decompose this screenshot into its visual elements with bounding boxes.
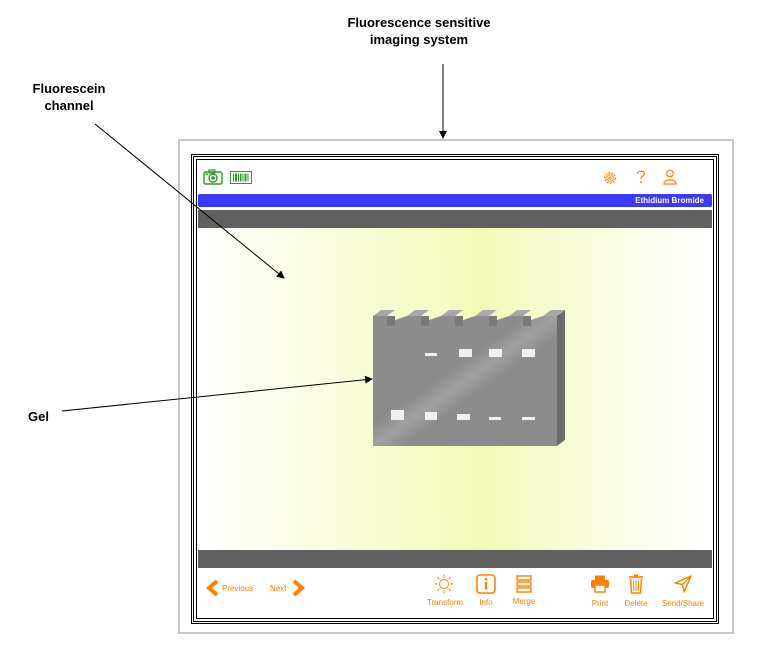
info-button[interactable]: Info: [473, 574, 499, 608]
help-icon[interactable]: [635, 169, 647, 185]
gear-icon[interactable]: [603, 171, 617, 185]
imaging-system-callout-line1: Fluorescence sensitive: [347, 15, 491, 30]
barcode-icon[interactable]: [230, 171, 252, 184]
previous-button[interactable]: Previous: [205, 578, 265, 598]
info-icon: [476, 574, 496, 594]
gel-band: [425, 412, 437, 420]
user-icon[interactable]: [663, 169, 677, 185]
sun-icon: [434, 574, 454, 594]
printer-icon: [591, 575, 609, 593]
gel-callout: Gel: [28, 409, 49, 424]
image-viewer[interactable]: [198, 228, 712, 550]
merge-label: Merge: [512, 597, 536, 606]
next-label: Next: [270, 584, 287, 593]
trash-icon: [629, 574, 643, 594]
gel-side-face: [557, 310, 565, 446]
gel-band: [489, 417, 501, 420]
channel-bar: Ethidium Bromide: [198, 194, 712, 207]
merge-button[interactable]: Merge: [507, 574, 541, 608]
gel-graphic: [373, 310, 565, 446]
delete-button[interactable]: Delete: [621, 574, 651, 608]
fluorescein-channel-callout-line1: Fluorescein: [32, 81, 106, 96]
print-button[interactable]: Print: [587, 574, 613, 608]
camera-icon[interactable]: [203, 169, 223, 185]
viewer-top-bar: [198, 210, 712, 228]
previous-label: Previous: [222, 584, 254, 593]
gel-band: [522, 417, 535, 420]
transform-button[interactable]: Transform: [425, 574, 465, 608]
viewer-bottom-bar: [198, 550, 712, 568]
imaging-system-callout: Fluorescence sensitive imaging system: [344, 14, 494, 48]
fluorescein-channel-callout: Fluorescein channel: [19, 80, 119, 114]
info-label: Info: [479, 598, 493, 607]
imaging-device-screen: Ethidium Bromide Previous Next Transform…: [191, 154, 719, 624]
chevron-right-icon: [292, 579, 306, 597]
gel-band: [457, 414, 470, 420]
gel-band: [522, 349, 535, 357]
device-inner-frame: Ethidium Bromide Previous Next Transform…: [196, 159, 714, 619]
send-icon: [674, 575, 692, 593]
stack-icon: [516, 575, 532, 593]
gel-band: [489, 349, 502, 357]
chevron-left-icon: [205, 579, 219, 597]
gel-band: [459, 349, 472, 357]
gel-top-face: [373, 310, 565, 316]
bottom-toolbar: Previous Next Transform Info Merge Print…: [197, 568, 713, 618]
send-share-label: Send/Share: [661, 599, 705, 608]
gel-band: [425, 353, 437, 356]
delete-label: Delete: [624, 599, 648, 608]
top-toolbar: [197, 160, 713, 192]
channel-label: Ethidium Bromide: [635, 196, 704, 205]
send-share-button[interactable]: Send/Share: [659, 574, 707, 608]
transform-label: Transform: [426, 598, 464, 607]
next-button[interactable]: Next: [270, 578, 312, 598]
fluorescein-channel-callout-line2: channel: [44, 98, 94, 113]
print-label: Print: [591, 599, 609, 608]
gel-band: [391, 410, 404, 420]
imaging-system-callout-line2: imaging system: [369, 32, 469, 47]
